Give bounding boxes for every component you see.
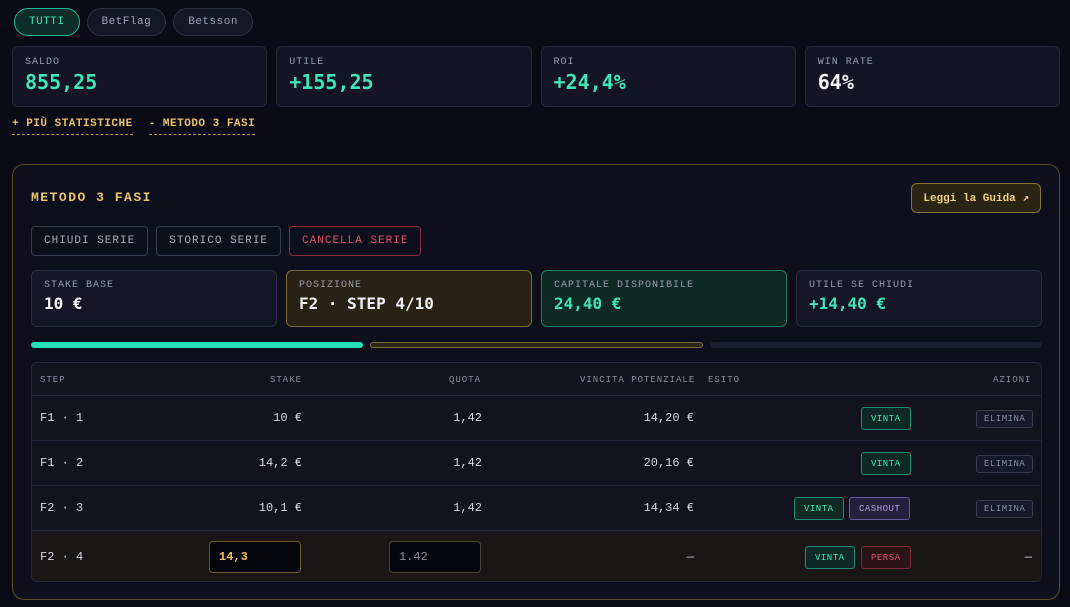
table-header: STEP STAKE QUOTA VINCITA POTENZIALE ESIT… <box>32 363 1041 396</box>
read-guide-button[interactable]: Leggi la Guida ↗ <box>911 183 1041 213</box>
more-stats-toggle[interactable]: + PIÙ STATISTICHE <box>12 118 133 135</box>
stat-value: +24,4% <box>553 70 626 94</box>
cell-step: F2 · 4 <box>40 550 84 564</box>
col-quota: QUOTA <box>449 375 482 385</box>
summary-stats: SALDO 855,25 UTILE +155,25 ROI +24,4% WI… <box>12 46 1060 107</box>
panel-title: METODO 3 FASI <box>31 190 152 205</box>
table-row: F2 · 3 10,1 € 1,42 14,34 € VINTA CASHOUT… <box>32 486 1041 531</box>
table-row: F1 · 2 14,2 € 1,42 20,16 € VINTA ELIMINA <box>32 441 1041 486</box>
series-actions: CHIUDI SERIE STORICO SERIE CANCELLA SERI… <box>31 226 422 256</box>
col-azioni: AZIONI <box>993 375 1032 385</box>
filter-betflag[interactable]: BetFlag <box>86 8 167 36</box>
card-value: F2 · STEP 4/10 <box>299 294 434 313</box>
mark-lost-button[interactable]: PERSA <box>861 546 911 569</box>
mark-won-button[interactable]: VINTA <box>805 546 855 569</box>
stat-roi: ROI +24,4% <box>540 46 796 107</box>
stat-label: UTILE <box>289 57 325 68</box>
cell-step: F2 · 3 <box>40 501 84 515</box>
section-toggles: + PIÙ STATISTICHE - METODO 3 FASI <box>12 118 256 135</box>
stat-win-rate: WIN RATE 64% <box>804 46 1060 107</box>
cell-step: F1 · 2 <box>40 456 84 470</box>
stat-label: ROI <box>553 57 575 68</box>
cell-step: F1 · 1 <box>40 411 84 425</box>
method-toggle[interactable]: - METODO 3 FASI <box>148 118 256 135</box>
delete-step-button[interactable]: ELIMINA <box>976 410 1034 428</box>
card-capitale: CAPITALE DISPONIBILE 24,40 € <box>541 270 787 327</box>
col-esito: ESITO <box>708 375 741 385</box>
stat-label: SALDO <box>25 57 61 68</box>
phase-3-segment <box>710 342 1043 348</box>
card-posizione: POSIZIONE F2 · STEP 4/10 <box>286 270 532 327</box>
cell-quota: 1,42 <box>453 411 482 425</box>
filter-betsson[interactable]: Betsson <box>173 8 253 36</box>
steps-table: STEP STAKE QUOTA VINCITA POTENZIALE ESIT… <box>31 362 1042 582</box>
col-step: STEP <box>40 375 66 385</box>
filter-tutti[interactable]: TUTTI <box>14 8 80 36</box>
cell-vincita: — <box>686 550 694 564</box>
cell-vincita: 20,16 € <box>643 456 694 470</box>
stake-input[interactable]: 14,3 <box>209 541 301 573</box>
card-value: +14,40 € <box>809 294 887 313</box>
active-step-row: F2 · 4 14,3 1.42 — VINTA PERSA — <box>32 531 1041 581</box>
phase-2-segment <box>369 342 704 348</box>
card-label: STAKE BASE <box>44 280 115 291</box>
stat-value: 855,25 <box>25 70 98 94</box>
delete-step-button[interactable]: ELIMINA <box>976 500 1034 518</box>
stat-value: +155,25 <box>289 70 374 94</box>
phase-1-segment <box>31 342 363 348</box>
card-utile-chiudi: UTILE SE CHIUDI +14,40 € <box>796 270 1042 327</box>
cell-vincita: 14,34 € <box>643 501 694 515</box>
card-stake-base: STAKE BASE 10 € <box>31 270 277 327</box>
mark-won-button[interactable]: VINTA <box>861 452 911 475</box>
phase-progress <box>31 342 1043 348</box>
stat-label: WIN RATE <box>817 57 874 68</box>
cell-azioni: — <box>1024 550 1032 564</box>
col-vincita: VINCITA POTENZIALE <box>580 375 696 385</box>
card-value: 10 € <box>44 294 83 313</box>
stat-value: 64% <box>817 70 854 94</box>
cell-quota: 1,42 <box>453 501 482 515</box>
col-stake: STAKE <box>270 375 303 385</box>
series-cards: STAKE BASE 10 € POSIZIONE F2 · STEP 4/10… <box>31 270 1042 327</box>
card-label: CAPITALE DISPONIBILE <box>554 280 695 291</box>
card-label: UTILE SE CHIUDI <box>809 280 915 291</box>
delete-series-button[interactable]: CANCELLA SERIE <box>289 226 422 256</box>
table-row: F1 · 1 10 € 1,42 14,20 € VINTA ELIMINA <box>32 396 1041 441</box>
cell-quota: 1,42 <box>453 456 482 470</box>
cell-vincita: 14,20 € <box>643 411 694 425</box>
cell-stake: 14,2 € <box>258 456 302 470</box>
cell-stake: 10 € <box>273 411 302 425</box>
stat-saldo: SALDO 855,25 <box>12 46 268 107</box>
close-series-button[interactable]: CHIUDI SERIE <box>31 226 149 256</box>
mark-won-button[interactable]: VINTA <box>861 407 911 430</box>
cashout-button[interactable]: CASHOUT <box>849 497 911 520</box>
delete-step-button[interactable]: ELIMINA <box>976 455 1034 473</box>
bookmaker-filters: TUTTI BetFlag Betsson <box>14 8 253 36</box>
quota-input[interactable]: 1.42 <box>389 541 481 573</box>
card-value: 24,40 € <box>554 294 622 313</box>
cell-stake: 10,1 € <box>258 501 302 515</box>
series-history-button[interactable]: STORICO SERIE <box>156 226 282 256</box>
mark-won-button[interactable]: VINTA <box>794 497 844 520</box>
stat-utile: UTILE +155,25 <box>276 46 532 107</box>
card-label: POSIZIONE <box>299 280 363 291</box>
method-panel: METODO 3 FASI Leggi la Guida ↗ CHIUDI SE… <box>12 164 1060 600</box>
